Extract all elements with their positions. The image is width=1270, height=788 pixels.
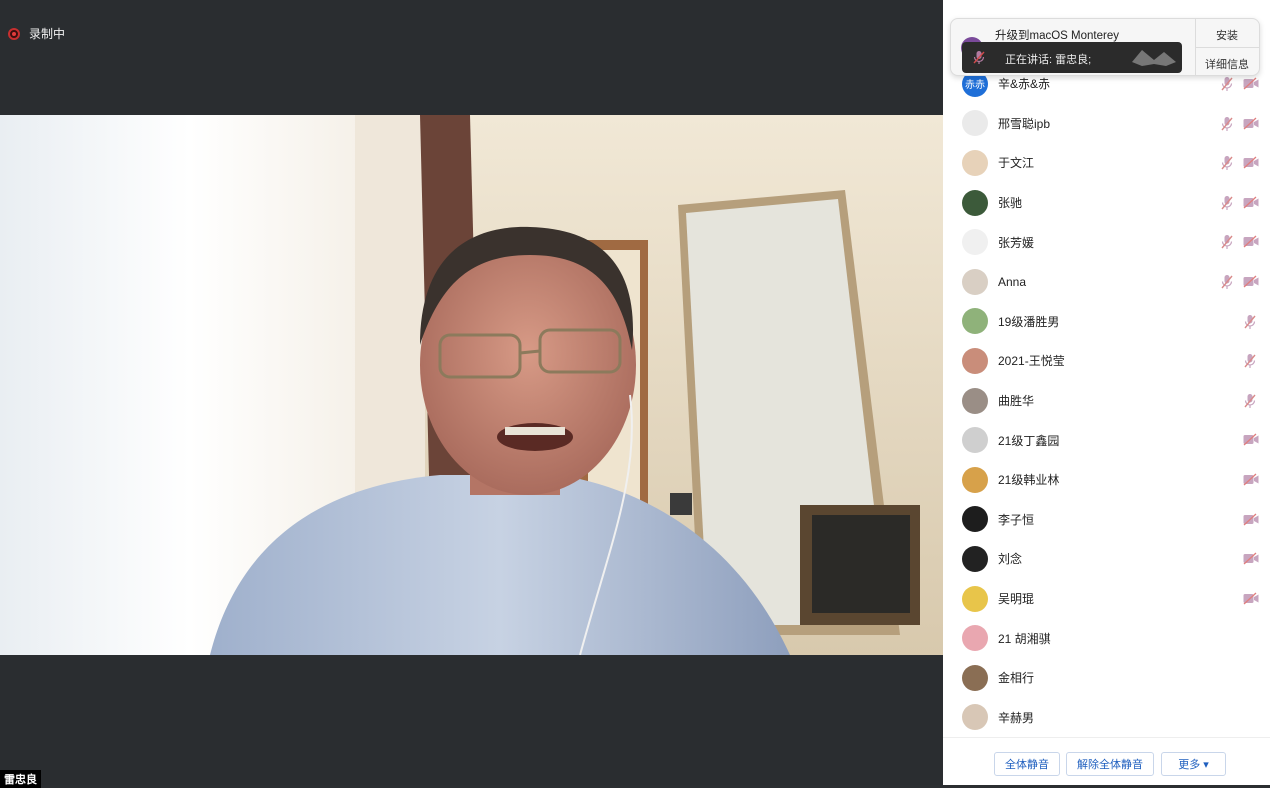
- participant-name: 张芳媛: [998, 235, 1035, 250]
- recording-label: 录制中: [29, 27, 66, 41]
- participant-name: 辛&赤&赤: [998, 77, 1051, 92]
- participant-row[interactable]: 张驰: [943, 183, 1270, 223]
- muted-mic-icon[interactable]: [1220, 274, 1234, 290]
- speaker-video-image: [0, 115, 943, 655]
- participant-row[interactable]: 李子恒: [943, 500, 1270, 540]
- camera-off-icon[interactable]: [1243, 156, 1259, 169]
- participant-avatar: [962, 308, 988, 335]
- participant-row[interactable]: 2021-王悦莹: [943, 341, 1270, 381]
- unmute-all-button[interactable]: 解除全体静音: [1066, 752, 1154, 776]
- speaker-name-label: 雷忠良: [0, 770, 41, 788]
- muted-mic-icon: [973, 51, 985, 64]
- participant-avatar: [962, 427, 988, 454]
- notification-title: 升级到macOS Monterey: [995, 30, 1119, 42]
- muted-mic-icon[interactable]: [1220, 234, 1234, 250]
- speaker-video: [0, 115, 943, 655]
- participant-avatar: [962, 466, 988, 493]
- speaking-text: 正在讲话: 雷忠良;: [1005, 54, 1092, 66]
- camera-off-icon[interactable]: [1243, 235, 1259, 248]
- participant-row[interactable]: 21级韩业林: [943, 460, 1270, 500]
- participant-avatar: [962, 189, 988, 216]
- camera-off-icon[interactable]: [1243, 117, 1259, 130]
- participant-avatar: [962, 149, 988, 176]
- participant-name: 辛赫男: [998, 710, 1035, 725]
- participant-name: 于文江: [998, 156, 1035, 171]
- participant-name: 19级潘胜男: [998, 314, 1060, 329]
- participant-name: 李子恒: [998, 512, 1035, 527]
- participant-avatar: [962, 268, 988, 295]
- redacted-blur: [1132, 50, 1176, 66]
- speaking-indicator: 正在讲话: 雷忠良;: [962, 42, 1182, 73]
- participant-row[interactable]: 21级丁鑫园: [943, 420, 1270, 460]
- camera-off-icon[interactable]: [1243, 513, 1259, 526]
- camera-off-icon[interactable]: [1243, 433, 1259, 446]
- participant-row[interactable]: 曲胜华: [943, 381, 1270, 421]
- camera-off-icon[interactable]: [1243, 77, 1259, 90]
- participant-avatar: [962, 664, 988, 691]
- participant-row[interactable]: 21 胡湘骐: [943, 618, 1270, 658]
- participant-row[interactable]: 辛赫男: [943, 698, 1270, 738]
- participant-row[interactable]: Anna: [943, 262, 1270, 302]
- muted-mic-icon[interactable]: [1220, 195, 1234, 211]
- notification-divider-horizontal: [1195, 47, 1259, 48]
- participant-name: 邢雪聪ipb: [998, 116, 1051, 131]
- muted-mic-icon[interactable]: [1220, 155, 1234, 171]
- participant-row[interactable]: 吴明琨: [943, 579, 1270, 619]
- install-button[interactable]: 安装: [1195, 27, 1259, 43]
- participant-name: Anna: [998, 274, 1027, 289]
- participant-name: 张驰: [998, 196, 1023, 211]
- camera-off-icon[interactable]: [1243, 552, 1259, 565]
- participant-row[interactable]: 于文江: [943, 143, 1270, 183]
- participant-avatar: [962, 585, 988, 612]
- details-button[interactable]: 详细信息: [1195, 56, 1259, 72]
- participants-panel: 赤赤 辛&赤&赤 邢雪聪ipb 于文江 张驰 张芳媛 Anna 19级潘胜男 2021-王悦莹曲…: [943, 0, 1270, 785]
- muted-mic-icon[interactable]: [1220, 76, 1234, 92]
- participant-name: 2021-王悦莹: [998, 354, 1065, 369]
- participant-name: 刘念: [998, 552, 1023, 567]
- record-icon: [8, 27, 20, 40]
- participant-name: 吴明琨: [998, 592, 1035, 607]
- participant-row[interactable]: 邢雪聪ipb: [943, 104, 1270, 144]
- mute-all-button[interactable]: 全体静音: [994, 752, 1060, 776]
- participant-name: 21 胡湘骐: [998, 631, 1051, 646]
- participant-row[interactable]: 金相行: [943, 658, 1270, 698]
- participant-avatar: [962, 506, 988, 533]
- camera-off-icon[interactable]: [1243, 473, 1259, 486]
- participants-footer: 全体静音 解除全体静音 更多 ▾: [943, 737, 1270, 786]
- muted-mic-icon[interactable]: [1243, 353, 1257, 369]
- participant-avatar: [962, 545, 988, 572]
- participant-row[interactable]: 刘念: [943, 539, 1270, 579]
- participant-row[interactable]: 19级潘胜男: [943, 302, 1270, 342]
- participant-avatar: [962, 387, 988, 414]
- participant-row[interactable]: 张芳媛: [943, 222, 1270, 262]
- camera-off-icon[interactable]: [1243, 275, 1259, 288]
- participant-avatar: [962, 110, 988, 137]
- more-button[interactable]: 更多 ▾: [1161, 752, 1226, 776]
- participant-name: 21级韩业林: [998, 473, 1060, 488]
- camera-off-icon[interactable]: [1243, 196, 1259, 209]
- camera-off-icon[interactable]: [1243, 592, 1259, 605]
- main-video-area: 录制中 雷忠良: [0, 0, 943, 788]
- muted-mic-icon[interactable]: [1243, 393, 1257, 409]
- participant-avatar: [962, 625, 988, 652]
- participant-name: 曲胜华: [998, 394, 1035, 409]
- muted-mic-icon[interactable]: [1243, 314, 1257, 330]
- participant-avatar: [962, 704, 988, 731]
- recording-indicator[interactable]: 录制中: [8, 25, 65, 42]
- participant-list: 赤赤 辛&赤&赤 邢雪聪ipb 于文江 张驰 张芳媛 Anna 19级潘胜男 2021-王悦莹曲…: [943, 64, 1270, 737]
- participant-name: 21级丁鑫园: [998, 433, 1060, 448]
- participant-avatar: [962, 347, 988, 374]
- participant-name: 金相行: [998, 671, 1035, 686]
- participant-avatar: [962, 229, 988, 256]
- muted-mic-icon[interactable]: [1220, 116, 1234, 132]
